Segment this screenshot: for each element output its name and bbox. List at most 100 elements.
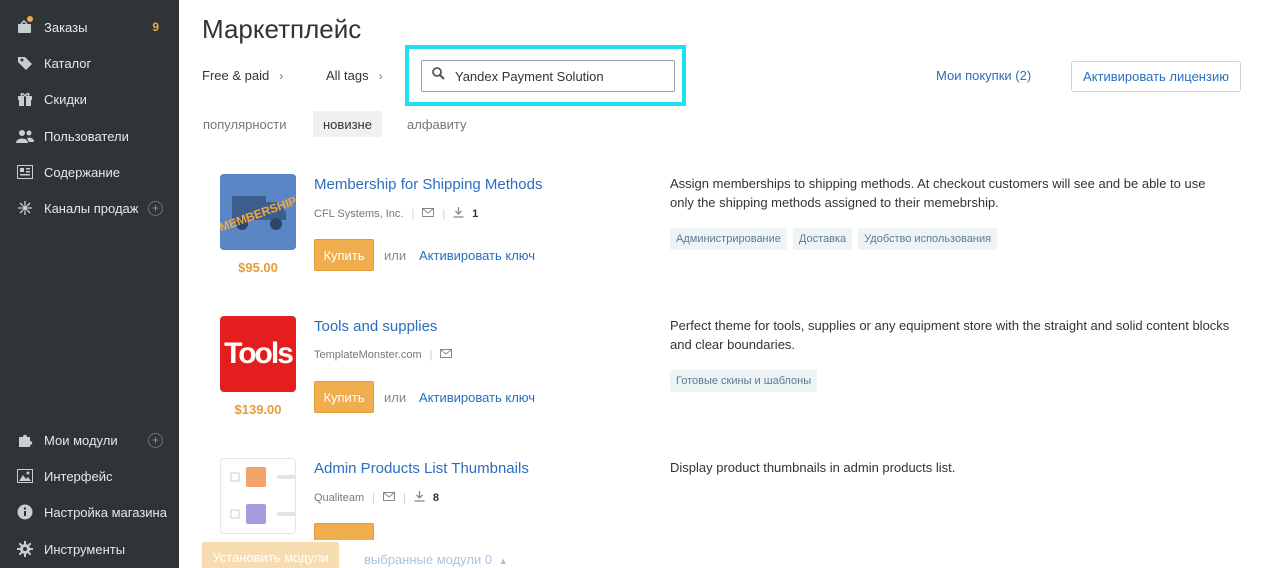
sidebar-item-content[interactable]: Содержание — [0, 157, 179, 187]
add-module-icon[interactable]: + — [148, 432, 163, 448]
product-thumbnail[interactable] — [220, 458, 296, 534]
sidebar-item-label: Каталог — [44, 55, 92, 71]
image-icon — [16, 468, 34, 484]
product-description: Display product thumbnails in admin prod… — [670, 460, 956, 475]
filter-all-tags[interactable]: All tags › — [326, 68, 383, 83]
product-description: Assign memberships to shipping methods. … — [670, 176, 1206, 210]
page-title: Маркетплейс — [202, 14, 362, 44]
product-tags: Готовые скины и шаблоны — [670, 370, 818, 392]
content-icon — [16, 164, 34, 180]
sidebar-item-tools[interactable]: Инструменты — [0, 534, 179, 564]
chevron-right-icon: › — [279, 69, 284, 83]
tag[interactable]: Готовые скины и шаблоны — [670, 370, 818, 392]
product-thumbnail[interactable]: Tools — [220, 316, 296, 392]
product-meta: Qualiteam | | 8 — [314, 491, 439, 505]
download-count: 8 — [432, 492, 439, 504]
search-input[interactable] — [455, 68, 655, 84]
tag[interactable]: Удобство использования — [858, 228, 998, 250]
sidebar-item-label: Содержание — [44, 164, 120, 180]
activate-key-link[interactable]: Активировать ключ — [419, 248, 535, 263]
gift-icon — [16, 91, 34, 107]
email-icon[interactable] — [383, 492, 395, 504]
tag[interactable]: Доставка — [792, 228, 853, 250]
sidebar-item-label: Инструменты — [44, 541, 126, 557]
info-icon — [16, 504, 34, 520]
product-item: Tools $139.00 Tools and supplies Templat… — [202, 316, 1242, 458]
filter-label: All tags — [326, 68, 369, 83]
sidebar-item-store-settings[interactable]: Настройка магазина — [0, 497, 179, 527]
sidebar-item-label: Каналы продаж — [44, 200, 139, 216]
sidebar-item-sales-channels[interactable]: Каналы продаж + — [0, 193, 179, 223]
sidebar-item-label: Заказы — [44, 19, 88, 35]
channels-icon — [16, 200, 34, 216]
product-tags: Администрирование Доставка Удобство испо… — [670, 228, 998, 250]
sidebar-item-label: Пользователи — [44, 128, 129, 144]
email-icon[interactable] — [440, 349, 453, 361]
selected-modules-label: выбранные модули 0 — [364, 552, 493, 567]
vendor-name: TemplateMonster.com — [314, 349, 422, 361]
sort-alphabet[interactable]: алфавиту — [397, 111, 477, 137]
sidebar: Заказы 9 Каталог Скидки Пользователи Сод… — [0, 0, 179, 568]
gear-icon — [16, 541, 34, 557]
sidebar-item-label: Скидки — [44, 91, 87, 107]
download-icon — [414, 491, 425, 505]
sort-popularity[interactable]: популярности — [193, 111, 297, 137]
sidebar-item-label: Интерфейс — [44, 468, 113, 484]
orders-badge: 9 — [152, 20, 159, 34]
product-title[interactable]: Membership for Shipping Methods — [314, 176, 542, 193]
sidebar-item-users[interactable]: Пользователи — [0, 121, 179, 151]
separator: | — [429, 349, 433, 361]
buy-button[interactable] — [314, 523, 374, 540]
vendor-name: CFL Systems, Inc. — [314, 208, 404, 220]
filter-label: Free & paid — [202, 68, 270, 83]
product-item: MEMBERSHIP $95.00 Membership for Shippin… — [202, 174, 1242, 316]
sidebar-item-my-modules[interactable]: Мои модули + — [0, 425, 179, 455]
product-item: Admin Products List Thumbnails Qualiteam… — [202, 458, 1242, 540]
product-meta: TemplateMonster.com | — [314, 349, 453, 361]
search-field[interactable] — [421, 60, 675, 92]
separator: | — [372, 492, 375, 504]
sidebar-item-interface[interactable]: Интерфейс — [0, 461, 179, 491]
install-modules-button[interactable]: Установить модули — [202, 542, 339, 568]
add-channel-icon[interactable]: + — [148, 200, 163, 216]
buy-button[interactable]: Купить — [314, 239, 374, 271]
selected-modules-link[interactable]: выбранные модули 0 ▲ — [364, 552, 508, 567]
activate-key-link[interactable]: Активировать ключ — [419, 390, 535, 405]
download-icon — [453, 207, 464, 221]
or-text: или — [384, 248, 407, 263]
separator: | — [442, 208, 446, 220]
product-meta: CFL Systems, Inc. | | 1 — [314, 207, 478, 221]
product-thumbnail[interactable]: MEMBERSHIP — [220, 174, 296, 250]
puzzle-icon — [16, 432, 34, 448]
separator: | — [403, 492, 406, 504]
email-icon[interactable] — [422, 208, 435, 220]
product-title[interactable]: Admin Products List Thumbnails — [314, 460, 529, 477]
download-count: 1 — [472, 208, 479, 220]
my-purchases-link[interactable]: Мои покупки (2) — [936, 68, 1031, 83]
sidebar-item-discounts[interactable]: Скидки — [0, 84, 179, 114]
chevron-right-icon: › — [378, 69, 383, 83]
chevron-up-icon: ▲ — [498, 556, 508, 566]
sidebar-item-catalog[interactable]: Каталог — [0, 48, 179, 78]
sidebar-item-orders[interactable]: Заказы 9 — [0, 12, 179, 42]
separator: | — [411, 208, 415, 220]
users-icon — [16, 128, 34, 144]
vendor-name: Qualiteam — [314, 492, 365, 504]
activate-license-button[interactable]: Активировать лицензию — [1071, 61, 1241, 92]
buy-button[interactable]: Купить — [314, 381, 374, 413]
product-price: $95.00 — [238, 260, 278, 275]
bottom-bar — [179, 540, 1263, 568]
notification-dot — [27, 16, 33, 22]
sidebar-item-label: Мои модули — [44, 432, 118, 448]
sidebar-item-label: Настройка магазина — [44, 504, 167, 520]
product-title[interactable]: Tools and supplies — [314, 318, 437, 335]
sort-newest[interactable]: новизне — [313, 111, 382, 137]
product-price: $139.00 — [234, 402, 282, 417]
orders-icon — [16, 16, 34, 35]
or-text: или — [384, 390, 407, 405]
product-description: Perfect theme for tools, supplies or any… — [670, 318, 1230, 352]
tag[interactable]: Администрирование — [670, 228, 787, 250]
filter-free-paid[interactable]: Free & paid › — [202, 68, 283, 83]
search-icon — [432, 67, 445, 85]
tag-icon — [16, 55, 34, 71]
